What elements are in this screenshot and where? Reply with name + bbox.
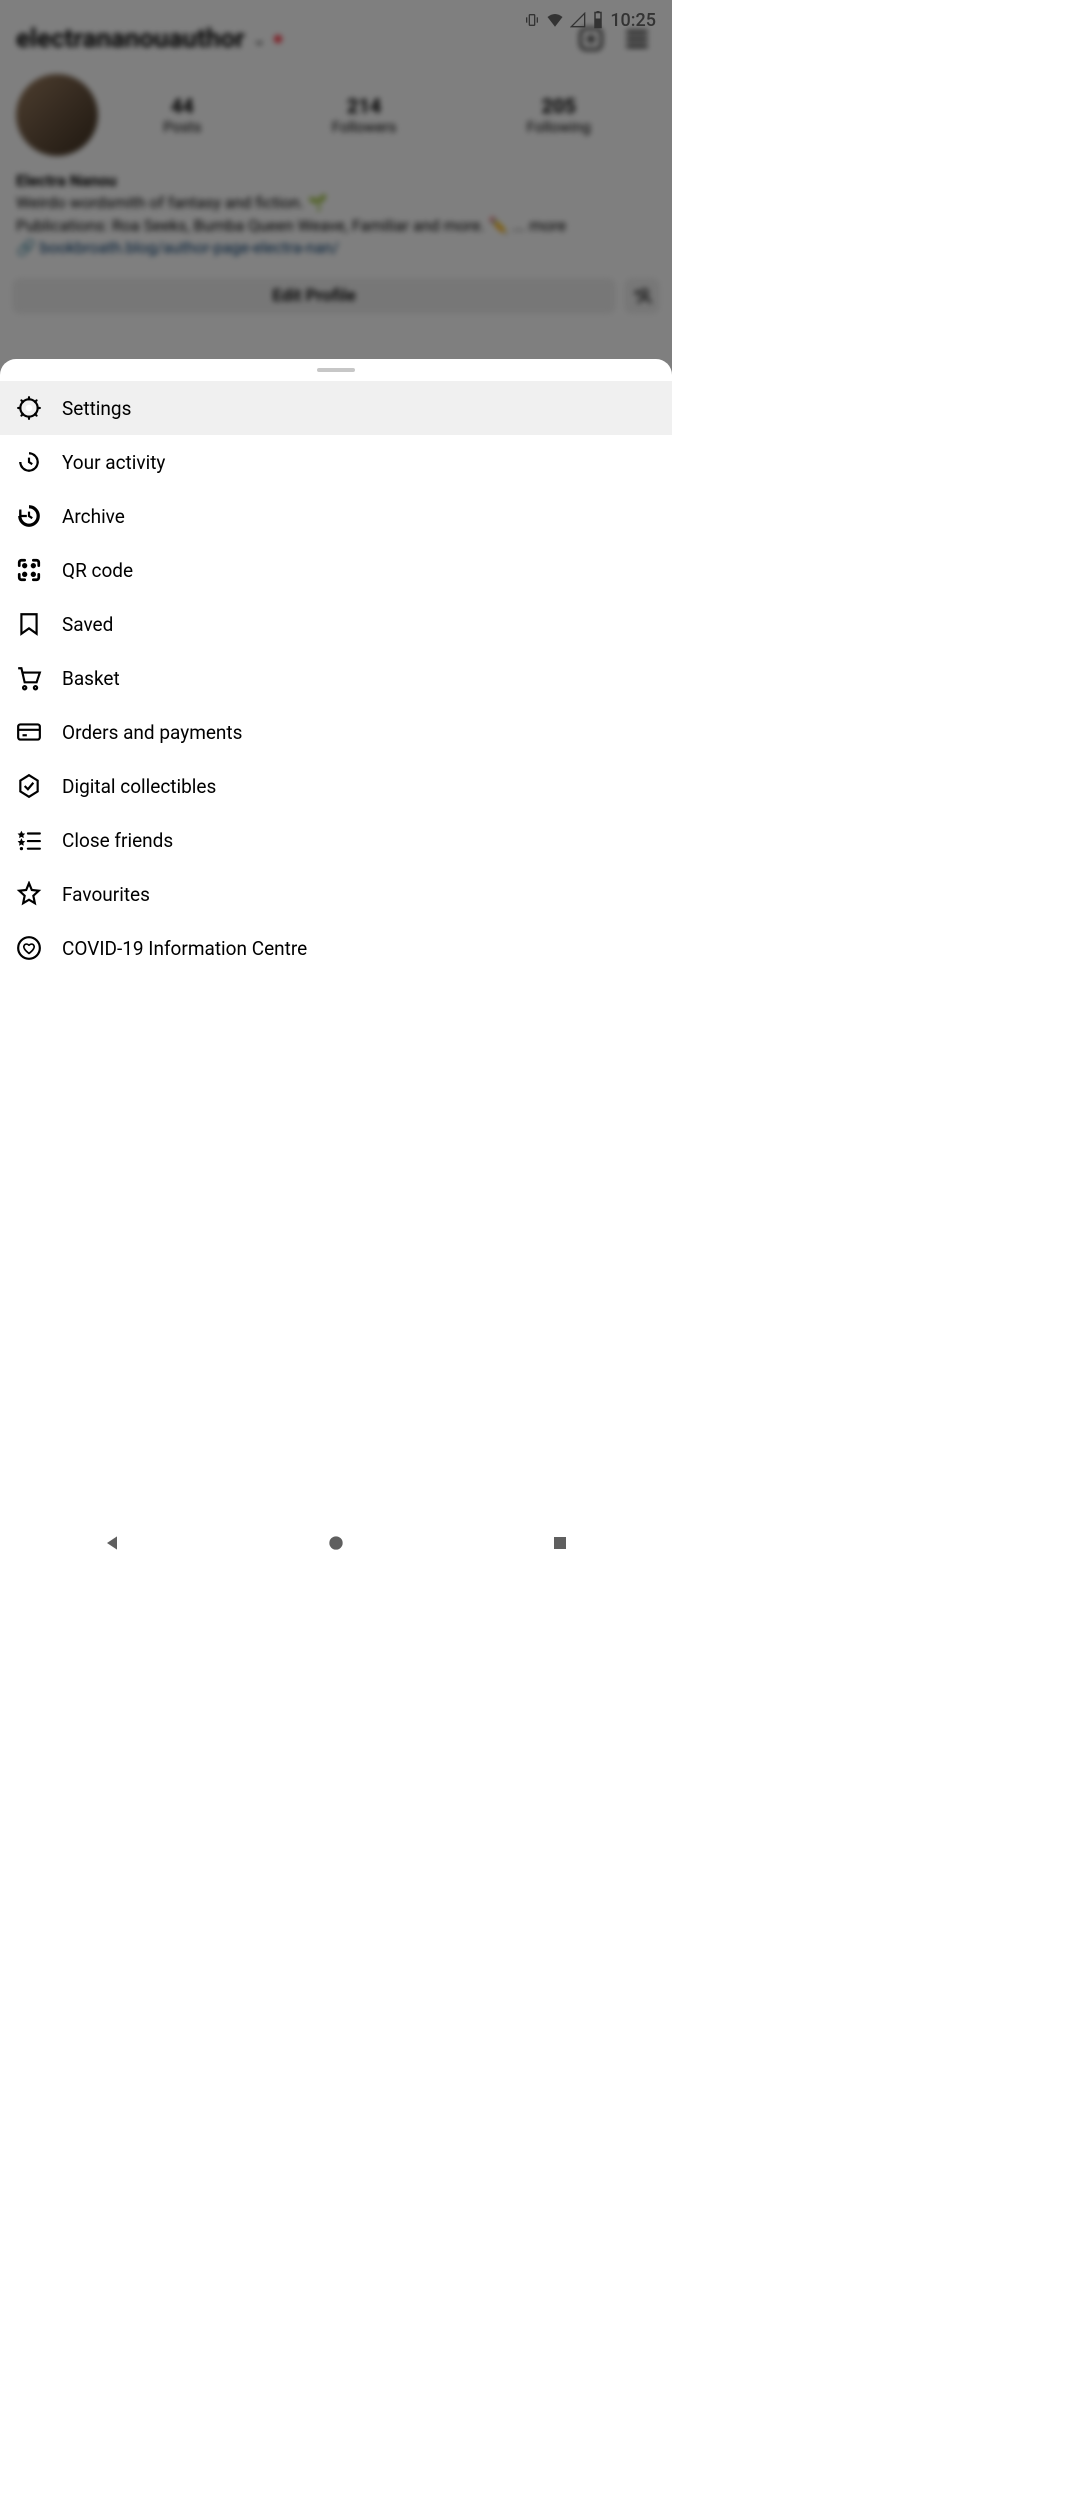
battery-icon (592, 11, 604, 29)
menu-item-label: Close friends (62, 829, 173, 852)
menu-item-close-friends[interactable]: Close friends (0, 813, 672, 867)
menu-item-label: COVID-19 Information Centre (62, 937, 307, 960)
star-icon (16, 881, 42, 907)
menu-item-label: Saved (62, 613, 113, 636)
archive-icon (16, 503, 42, 529)
menu-item-favourites[interactable]: Favourites (0, 867, 672, 921)
menu-item-settings[interactable]: Settings (0, 381, 672, 435)
heart-circle-icon (16, 935, 42, 961)
menu-item-archive[interactable]: Archive (0, 489, 672, 543)
bookmark-icon (16, 611, 42, 637)
wifi-icon (546, 11, 564, 29)
menu-item-activity[interactable]: Your activity (0, 435, 672, 489)
gear-icon (16, 395, 42, 421)
menu-item-saved[interactable]: Saved (0, 597, 672, 651)
cart-icon (16, 665, 42, 691)
qr-icon (16, 557, 42, 583)
menu-bottom-sheet: Settings Your activity (0, 359, 672, 1568)
menu-item-collectibles[interactable]: Digital collectibles (0, 759, 672, 813)
menu-item-label: Settings (62, 397, 131, 420)
menu-item-label: Archive (62, 505, 125, 528)
menu-item-label: Orders and payments (62, 721, 242, 744)
nav-back-button[interactable] (100, 1531, 124, 1555)
vibrate-icon (524, 12, 540, 28)
menu-list: Settings Your activity (0, 381, 672, 1568)
menu-item-label: Basket (62, 667, 120, 690)
menu-item-label: QR code (62, 559, 133, 582)
nav-home-button[interactable] (324, 1531, 348, 1555)
drag-handle[interactable] (0, 359, 672, 381)
card-icon (16, 719, 42, 745)
status-time: 10:25 (610, 10, 656, 31)
menu-item-covid[interactable]: COVID-19 Information Centre (0, 921, 672, 975)
android-nav-bar (0, 1518, 672, 1568)
status-bar: 10:25 (0, 0, 672, 40)
menu-item-qrcode[interactable]: QR code (0, 543, 672, 597)
hexagon-check-icon (16, 773, 42, 799)
starlist-icon (16, 827, 42, 853)
menu-item-label: Your activity (62, 451, 165, 474)
menu-item-orders[interactable]: Orders and payments (0, 705, 672, 759)
nav-recent-button[interactable] (548, 1531, 572, 1555)
menu-item-label: Favourites (62, 883, 150, 906)
activity-icon (16, 449, 42, 475)
menu-item-basket[interactable]: Basket (0, 651, 672, 705)
signal-icon (570, 12, 586, 28)
menu-item-label: Digital collectibles (62, 775, 216, 798)
